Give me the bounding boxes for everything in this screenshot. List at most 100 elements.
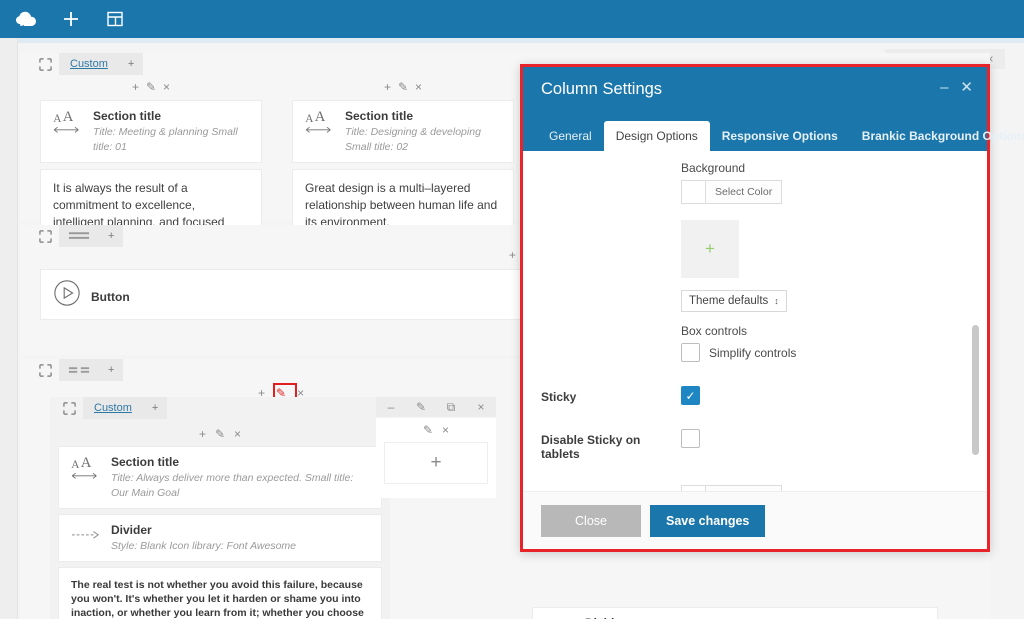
move-icon[interactable] — [56, 397, 83, 419]
row-3-left-tab-custom[interactable]: Custom — [83, 397, 143, 419]
add-element-icon[interactable]: + — [132, 81, 139, 93]
edit-icon[interactable]: ✎ — [423, 424, 433, 436]
row-3-add-tab[interactable]: + — [99, 359, 124, 381]
element-name: Button — [91, 290, 130, 304]
divider-element-behind[interactable]: Divider Style: Solid Icon library: Font … — [532, 607, 938, 619]
row-3-right-toolbar[interactable]: – ✎ ⧉ × — [376, 397, 496, 417]
modal-scroll-area: Background Select Color + Theme defaults… — [523, 151, 987, 491]
simplify-controls-label: Simplify controls — [709, 345, 797, 360]
column-settings-modal: Column Settings – ✕ General Design Optio… — [520, 64, 1024, 552]
one-column-layout-icon[interactable] — [59, 225, 99, 247]
svg-text:A: A — [53, 113, 62, 125]
clone-icon[interactable]: ⧉ — [436, 397, 466, 417]
admin-topbar — [0, 0, 1024, 38]
element-meta: Title: Always deliver more than expected… — [111, 472, 354, 499]
disable-sticky-label: Disable Sticky on tablets — [541, 433, 641, 461]
delete-icon[interactable]: × — [415, 81, 422, 93]
row-3-column-right: – ✎ ⧉ × ✎ × + — [376, 397, 516, 498]
modal-footer: Close Save changes — [523, 491, 987, 549]
close-icon[interactable]: ✕ — [960, 80, 973, 95]
background-color-picker[interactable]: Select Color — [681, 180, 783, 204]
empty-column-add-button[interactable]: + — [384, 442, 488, 484]
add-element-icon[interactable]: + — [199, 428, 206, 440]
element-meta: Title: Designing & developing Small titl… — [345, 126, 481, 153]
edit-icon[interactable]: ✎ — [215, 428, 225, 440]
modal-scrollbar-track[interactable] — [972, 153, 983, 489]
save-changes-button[interactable]: Save changes — [650, 504, 766, 537]
modal-header: Column Settings – ✕ General Design Optio… — [523, 67, 1024, 151]
section-title-element[interactable]: AA Section title Title: Always deliver m… — [58, 446, 382, 509]
row-3-left-add-tab[interactable]: + — [142, 397, 168, 419]
svg-text:A: A — [305, 113, 314, 125]
modal-scrollbar-thumb[interactable] — [972, 325, 979, 455]
edit-icon[interactable]: ✎ — [398, 81, 408, 93]
select-arrows-icon: ↕ — [774, 296, 779, 306]
background-style-value: Theme defaults — [689, 295, 769, 307]
add-element-icon[interactable]: + — [384, 81, 391, 93]
play-circle-icon — [53, 279, 81, 310]
row-3-left-controls: + ✎ × — [50, 424, 390, 444]
two-column-layout-icon[interactable] — [59, 359, 99, 381]
background-label: Background — [681, 161, 746, 175]
cloud-logo-icon[interactable] — [8, 0, 46, 38]
add-element-icon[interactable]: + — [509, 249, 516, 261]
delete-icon[interactable]: × — [234, 428, 241, 440]
row-2-add-tab[interactable]: + — [99, 225, 124, 247]
move-icon[interactable] — [32, 53, 59, 75]
element-meta: Title: Meeting & planning Small title: 0… — [93, 126, 238, 153]
background-style-select[interactable]: Theme defaults ↕ — [681, 290, 787, 312]
disable-sticky-checkbox[interactable] — [681, 429, 700, 448]
tab-design-options[interactable]: Design Options — [603, 121, 710, 151]
svg-text:A: A — [315, 109, 326, 125]
sticky-checkbox[interactable]: ✓ — [681, 386, 700, 405]
row-3-right-inner: ✎ × + — [376, 418, 496, 498]
edit-icon[interactable]: ✎ — [146, 81, 156, 93]
sticky-label: Sticky — [541, 390, 577, 404]
text-block-element[interactable]: The real test is not whether you avoid t… — [58, 567, 382, 619]
row-1-tab-custom[interactable]: Custom — [59, 53, 119, 75]
minimize-icon[interactable]: – — [940, 80, 948, 95]
element-name: Section title — [93, 109, 162, 123]
row-1-add-tab[interactable]: + — [118, 53, 144, 75]
element-name: Section title — [111, 455, 180, 469]
add-new-icon[interactable] — [52, 0, 90, 38]
close-button[interactable]: Close — [541, 504, 641, 537]
section-title-element[interactable]: AA Section title Title: Designing & deve… — [292, 100, 514, 163]
tab-brankic-background-options[interactable]: Brankic Background Options — [850, 121, 1024, 151]
simplify-controls-checkbox[interactable] — [681, 343, 700, 362]
select-color-label: Select Color — [715, 186, 773, 198]
svg-text:A: A — [71, 459, 80, 471]
row-1-column-1-controls: + ✎ × — [40, 77, 262, 97]
modal-body: Background Select Color + Theme defaults… — [523, 151, 987, 491]
left-rail — [0, 38, 18, 619]
row-1-column-2-controls: + ✎ × — [292, 77, 514, 97]
text-size-icon: AA — [53, 109, 83, 138]
element-name: Section title — [345, 109, 414, 123]
svg-text:A: A — [63, 109, 74, 125]
modal-window-buttons: – ✕ — [940, 80, 973, 95]
sticky-field: Sticky ✓ — [541, 386, 969, 405]
row-3-left-tabs: Custom + — [50, 397, 390, 419]
move-icon[interactable] — [32, 225, 59, 247]
divider-element[interactable]: Divider Style: Blank Icon library: Font … — [58, 514, 382, 562]
background-image-upload[interactable]: + — [681, 220, 739, 278]
text-size-icon: AA — [305, 109, 335, 138]
tab-responsive-options[interactable]: Responsive Options — [710, 121, 850, 151]
row-3-right-controls: ✎ × — [376, 424, 496, 436]
box-controls-label: Box controls — [681, 324, 748, 338]
move-icon[interactable] — [32, 359, 59, 381]
tab-general[interactable]: General — [537, 121, 604, 151]
delete-icon[interactable]: × — [442, 424, 449, 436]
close-icon[interactable]: × — [466, 397, 496, 417]
edit-icon[interactable]: ✎ — [406, 397, 436, 417]
svg-text:A: A — [81, 455, 92, 471]
modal-title: Column Settings — [541, 80, 663, 98]
color-swatch[interactable] — [682, 181, 706, 203]
layout-grid-icon[interactable] — [96, 0, 134, 38]
element-meta: Style: Blank Icon library: Font Awesome — [111, 540, 296, 552]
paragraph-text: The real test is not whether you avoid t… — [59, 568, 381, 619]
divider-arrow-icon — [71, 523, 101, 546]
dropdown-icon[interactable]: – — [376, 397, 406, 417]
section-title-element[interactable]: AA Section title Title: Meeting & planni… — [40, 100, 262, 163]
delete-icon[interactable]: × — [163, 81, 170, 93]
